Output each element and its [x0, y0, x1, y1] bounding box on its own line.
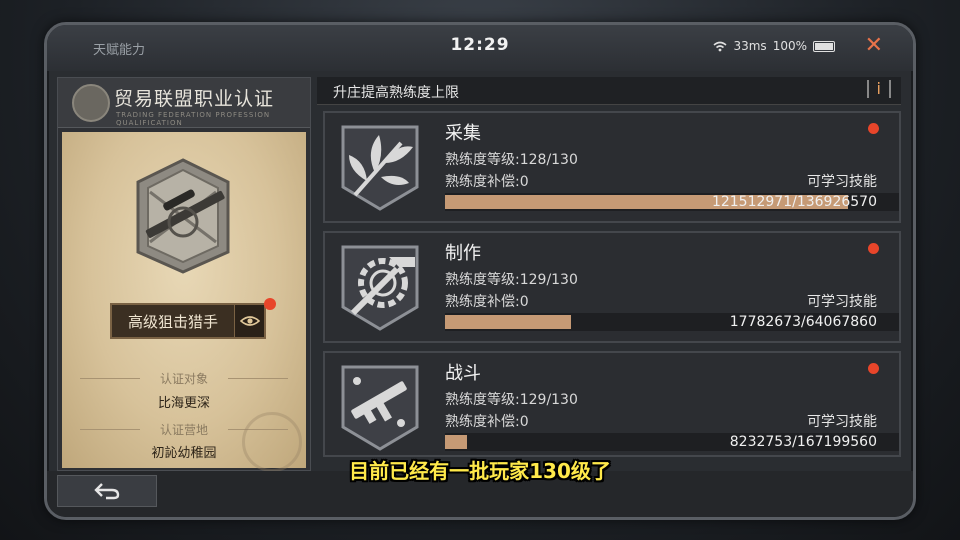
rank-notification-dot [264, 298, 276, 310]
sniper-rifle-badge-icon [136, 158, 230, 274]
rank-label: 高级狙击猎手 [127, 312, 218, 331]
notification-dot [868, 243, 879, 254]
progress-fill [445, 435, 468, 449]
top-bar: 天赋能力 12:29 33ms 100% ✕ [47, 25, 913, 71]
status-bar: 33ms 100% [713, 39, 835, 53]
progress-text: 121512971/136926570 [711, 194, 877, 210]
cert-header: 贸易联盟职业认证 TRADING FEDERATION PROFESSION Q… [58, 78, 310, 128]
battery-icon [813, 40, 835, 52]
rank-button[interactable]: 高级狙击猎手 [110, 303, 266, 339]
skill-level: 熟练度等级:129/130 [445, 272, 578, 288]
skill-compensation: 熟练度补偿:0 [445, 174, 529, 190]
learnable-skills-label[interactable]: 可学习技能 [807, 291, 877, 311]
notification-dot [868, 123, 879, 134]
cert-subtitle: TRADING FEDERATION PROFESSION QUALIFICAT… [116, 111, 271, 127]
target-label: 认证对象 [62, 370, 306, 387]
progress-text: 17782673/64067860 [729, 314, 877, 330]
skill-name: 制作 [445, 243, 481, 264]
back-arrow-icon [94, 483, 120, 500]
skill-card-craft[interactable]: 制作 熟练度等级:129/130 熟练度补偿:0 可学习技能 17782673/… [323, 231, 901, 343]
leaf-bundle-icon [341, 125, 419, 211]
learnable-skills-label[interactable]: 可学习技能 [807, 411, 877, 431]
video-caption: 目前已经有一批玩家130级了 [349, 459, 611, 483]
federation-emblem-icon [72, 84, 110, 122]
learnable-skills-label[interactable]: 可学习技能 [807, 171, 877, 191]
skill-name: 采集 [445, 123, 481, 144]
cert-parchment: 高级狙击猎手 认证对象 比海更深 认证营地 初訫幼稚园 [62, 132, 306, 472]
skill-card-combat[interactable]: 战斗 熟练度等级:129/130 熟练度补偿:0 可学习技能 8232753/1… [323, 351, 901, 457]
battery-readout: 100% [772, 39, 807, 53]
section-title: 升庄提高熟练度上限 [333, 85, 459, 101]
ping-readout: 33ms [733, 39, 767, 53]
progress-fill [445, 315, 572, 329]
notification-dot [868, 363, 879, 374]
eye-icon [239, 316, 260, 326]
wifi-icon [713, 41, 727, 51]
section-header: 升庄提高熟练度上限 i [317, 77, 901, 105]
skill-level: 熟练度等级:128/130 [445, 152, 578, 168]
view-rank-button[interactable] [234, 305, 264, 337]
cert-title: 贸易联盟职业认证 [114, 88, 275, 110]
certification-card: 贸易联盟职业认证 TRADING FEDERATION PROFESSION Q… [57, 77, 311, 472]
submachine-gun-icon [341, 365, 419, 451]
info-button[interactable]: i [866, 80, 891, 98]
target-value: 比海更深 [157, 396, 210, 411]
close-icon[interactable]: ✕ [865, 33, 883, 58]
skill-name: 战斗 [445, 363, 481, 384]
skill-compensation: 熟练度补偿:0 [445, 294, 529, 310]
skill-compensation: 熟练度补偿:0 [445, 414, 529, 430]
progress-text: 8232753/167199560 [729, 434, 877, 450]
skill-card-gather[interactable]: 采集 熟练度等级:128/130 熟练度补偿:0 可学习技能 121512971… [323, 111, 901, 223]
game-window: 天赋能力 12:29 33ms 100% ✕ 贸易联盟职业认证 TRADING … [44, 22, 916, 520]
hammer-gear-icon [341, 245, 419, 331]
skill-level: 熟练度等级:129/130 [445, 392, 578, 408]
